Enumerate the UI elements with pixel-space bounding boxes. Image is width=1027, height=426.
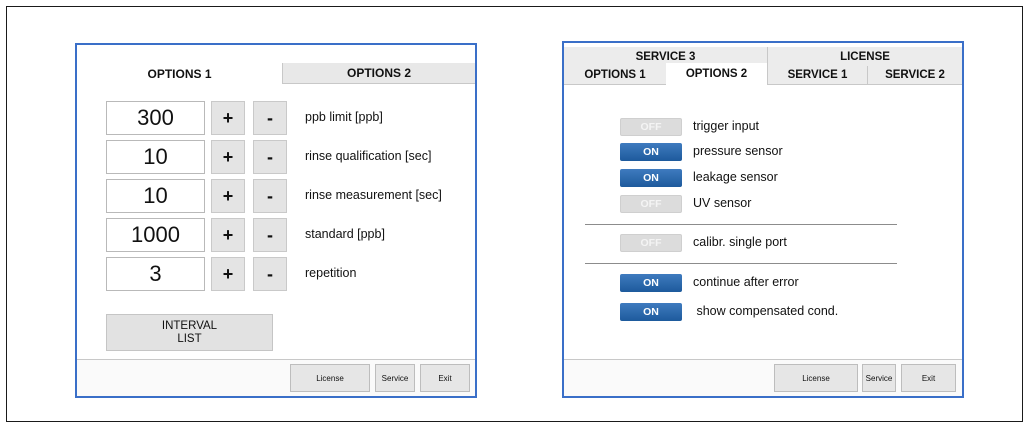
tab-options-2[interactable]: OPTIONS 2	[282, 63, 475, 84]
pressure-sensor-label: pressure sensor	[693, 144, 783, 158]
uv-sensor-toggle[interactable]: OFF	[620, 195, 682, 213]
ppb-limit-plus-button[interactable]: +	[211, 101, 245, 135]
exit-button[interactable]: Exit	[420, 364, 470, 392]
tab-license[interactable]: LICENSE	[767, 47, 962, 66]
interval-list-line2: LIST	[177, 332, 202, 345]
standard-label: standard [ppb]	[305, 227, 385, 241]
calibr-single-port-toggle[interactable]: OFF	[620, 234, 682, 252]
show-compensated-cond-toggle[interactable]: ON	[620, 303, 682, 321]
rinse-qualification-label: rinse qualification [sec]	[305, 149, 432, 163]
continue-after-error-label: continue after error	[693, 275, 799, 289]
ppb-limit-minus-button[interactable]: -	[253, 101, 287, 135]
separator-1	[585, 224, 897, 225]
pressure-sensor-toggle[interactable]: ON	[620, 143, 682, 161]
tab-options-1[interactable]: OPTIONS 1	[77, 63, 282, 84]
standard-plus-button[interactable]: +	[211, 218, 245, 252]
service-button[interactable]: Service	[862, 364, 896, 392]
options2-footer: License Service Exit	[564, 359, 962, 396]
options2-window: SERVICE 3 LICENSE OPTIONS 1 OPTIONS 2 SE…	[562, 41, 964, 398]
leakage-sensor-label: leakage sensor	[693, 170, 778, 184]
license-button[interactable]: License	[774, 364, 858, 392]
continue-after-error-toggle[interactable]: ON	[620, 274, 682, 292]
leakage-sensor-toggle[interactable]: ON	[620, 169, 682, 187]
rinse-measurement-minus-button[interactable]: -	[253, 179, 287, 213]
service-button[interactable]: Service	[375, 364, 415, 392]
standard-minus-button[interactable]: -	[253, 218, 287, 252]
separator-2	[585, 263, 897, 264]
rinse-measurement-plus-button[interactable]: +	[211, 179, 245, 213]
repetition-label: repetition	[305, 266, 357, 280]
rinse-measurement-label: rinse measurement [sec]	[305, 188, 442, 202]
rinse-qualification-value[interactable]: 10	[106, 140, 205, 174]
rinse-measurement-value[interactable]: 10	[106, 179, 205, 213]
tab-options-2[interactable]: OPTIONS 2	[666, 63, 767, 85]
exit-button[interactable]: Exit	[901, 364, 956, 392]
tab-service-1[interactable]: SERVICE 1	[767, 66, 867, 85]
repetition-minus-button[interactable]: -	[253, 257, 287, 291]
trigger-input-toggle[interactable]: OFF	[620, 118, 682, 136]
rinse-qualification-plus-button[interactable]: +	[211, 140, 245, 174]
options1-tabbar: OPTIONS 1 OPTIONS 2	[77, 63, 475, 84]
repetition-plus-button[interactable]: +	[211, 257, 245, 291]
trigger-input-label: trigger input	[693, 119, 760, 133]
calibr-single-port-label: calibr. single port	[693, 235, 787, 249]
uv-sensor-label: UV sensor	[693, 196, 752, 210]
rinse-qualification-minus-button[interactable]: -	[253, 140, 287, 174]
interval-list-line1: INTERVAL	[161, 319, 218, 332]
options1-window: OPTIONS 1 OPTIONS 2 300 + - ppb limit [p…	[75, 43, 477, 398]
ppb-limit-label: ppb limit [ppb]	[305, 110, 383, 124]
interval-list-button[interactable]: INTERVAL LIST	[106, 314, 273, 351]
options1-footer: License Service Exit	[77, 359, 475, 396]
tab-options-1[interactable]: OPTIONS 1	[564, 66, 666, 85]
show-compensated-cond-label: show compensated cond.	[693, 304, 839, 318]
repetition-value[interactable]: 3	[106, 257, 205, 291]
standard-value[interactable]: 1000	[106, 218, 205, 252]
license-button[interactable]: License	[290, 364, 370, 392]
tab-service-2[interactable]: SERVICE 2	[867, 66, 962, 85]
ppb-limit-value[interactable]: 300	[106, 101, 205, 135]
